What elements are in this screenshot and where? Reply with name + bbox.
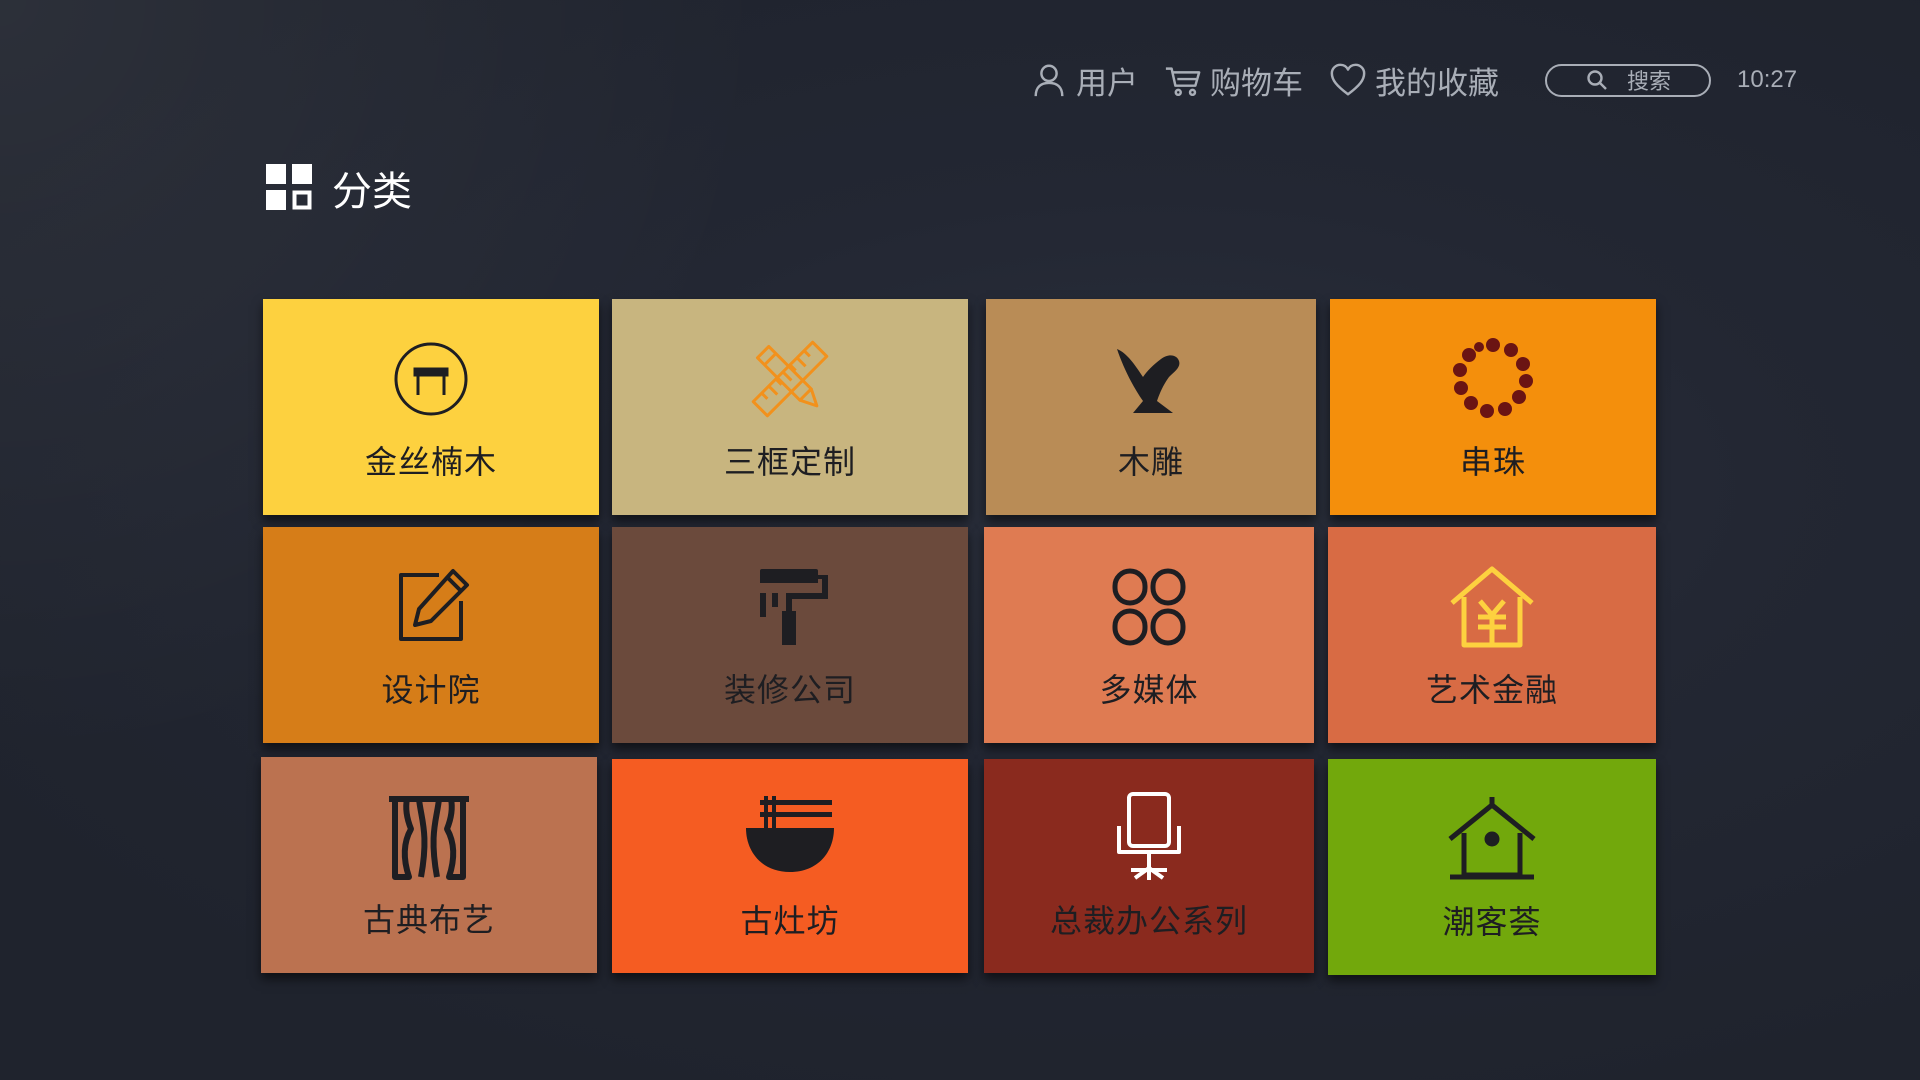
yuan-house-icon (1444, 559, 1540, 655)
category-label: 设计院 (381, 671, 481, 709)
category-label: 装修公司 (723, 671, 856, 709)
category-tile-chuanzhu[interactable]: 串珠 (1330, 299, 1656, 515)
category-label: 三框定制 (723, 443, 856, 481)
category-tile-sankuang[interactable]: 三框定制 (612, 299, 968, 515)
category-tile-jinsinanmu[interactable]: 金丝楠木 (263, 299, 599, 515)
category-label: 多媒体 (1099, 671, 1199, 709)
category-label: 艺术金融 (1425, 671, 1558, 709)
curtain-icon (381, 789, 477, 885)
category-tile-chaokehui[interactable]: 潮客荟 (1328, 759, 1656, 975)
category-label: 木雕 (1117, 443, 1184, 481)
category-tile-yishujinrong[interactable]: 艺术金融 (1328, 527, 1656, 743)
category-label: 金丝楠木 (364, 443, 497, 481)
category-tile-guzaofang[interactable]: 古灶坊 (612, 759, 968, 973)
category-label: 古典布艺 (362, 901, 495, 939)
category-tile-zhuangxiu[interactable]: 装修公司 (612, 527, 968, 743)
office-chair-icon (1101, 790, 1197, 886)
category-label: 潮客荟 (1442, 903, 1542, 941)
category-tile-mudiao[interactable]: 木雕 (986, 299, 1316, 515)
category-tile-shejiyuan[interactable]: 设计院 (263, 527, 599, 743)
bird-carving-icon (1103, 331, 1199, 427)
category-tile-zongcai[interactable]: 总裁办公系列 (984, 759, 1314, 973)
noodle-bowl-icon (742, 790, 838, 886)
stool-icon (383, 331, 479, 427)
house-icon (1444, 791, 1540, 887)
category-label: 古灶坊 (740, 902, 840, 940)
paint-roller-icon (742, 559, 838, 655)
category-label: 总裁办公系列 (1049, 902, 1248, 940)
category-label: 串珠 (1459, 443, 1526, 481)
command-icon (1101, 559, 1197, 655)
bead-bracelet-icon (1445, 331, 1541, 427)
pencil-ruler-icon (742, 331, 838, 427)
category-tile-duomeiti[interactable]: 多媒体 (984, 527, 1314, 743)
edit-icon (383, 559, 479, 655)
category-grid: 金丝楠木 三框定制 木雕 串珠 设计院 装修公司 多媒体 艺术金融 古典布艺 古… (0, 0, 1920, 1080)
category-tile-gudianbuyi[interactable]: 古典布艺 (261, 757, 597, 973)
